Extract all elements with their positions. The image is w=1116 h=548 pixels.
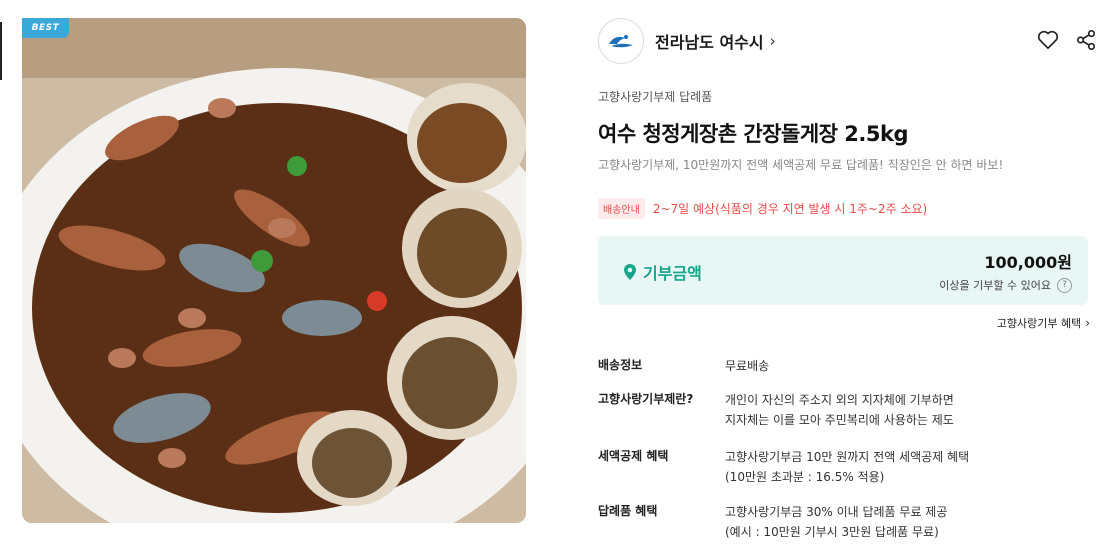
benefit-link-label: 고향사랑기부 혜택 xyxy=(996,317,1082,330)
shipping-estimate: 2~7일 예상(식품의 경우 지연 발생 시 1주~2주 소요) xyxy=(652,202,928,216)
info-label: 세액공제 혜택 xyxy=(598,449,669,463)
seller-name: 전라남도 여수시 xyxy=(655,33,764,52)
info-label: 배송정보 xyxy=(598,358,643,372)
donation-label-text: 기부금액 xyxy=(643,264,702,283)
info-value: 고향사랑기부금 30% 이내 답례품 무료 제공 (예시 : 10만원 기부시 … xyxy=(725,502,947,542)
product-detail-page: BEST 전라남도 여수시 › 고향사랑기부제 답례품 여수 청정게장촌 간장돌… xyxy=(0,0,1116,548)
seller-emblem-icon xyxy=(609,35,633,48)
benefit-link[interactable]: 고향사랑기부 혜택 › xyxy=(997,315,1090,331)
donation-note-text: 이상을 기부할 수 있어요 xyxy=(939,279,1051,292)
info-line: 고향사랑기부금 30% 이내 답례품 무료 제공 xyxy=(725,505,948,519)
product-title: 여수 청정게장촌 간장돌게장 2.5kg xyxy=(598,122,908,146)
info-line: 지자체는 이를 모아 주민복리에 사용하는 제도 xyxy=(725,413,954,427)
action-icons xyxy=(1036,28,1098,52)
product-info-panel: 전라남도 여수시 › 고향사랑기부제 답례품 여수 청정게장촌 간장돌게장 2.… xyxy=(598,0,1098,548)
shipping-badge: 배송안내 xyxy=(598,198,645,219)
info-value: 무료배송 xyxy=(725,356,769,376)
info-value: 고향사랑기부금 10만 원까지 전액 세액공제 혜택 (10만원 초과분 : 1… xyxy=(725,447,969,487)
help-icon[interactable]: ? xyxy=(1057,277,1072,293)
product-category: 고향사랑기부제 답례품 xyxy=(598,90,713,104)
share-icon[interactable] xyxy=(1074,28,1098,52)
best-badge: BEST xyxy=(22,18,69,38)
location-pin-icon xyxy=(624,264,636,280)
seller-link[interactable]: 전라남도 여수시 › xyxy=(598,18,1088,64)
crab-dish-illustration xyxy=(22,18,526,523)
seller-logo xyxy=(598,18,644,64)
info-line: (예시 : 10만원 기부시 3만원 답례품 무료) xyxy=(725,525,939,539)
heart-icon[interactable] xyxy=(1036,28,1060,52)
info-label: 고향사랑기부제란? xyxy=(598,392,694,406)
info-line: 개인이 자신의 주소지 외의 지자체에 기부하면 xyxy=(725,393,954,407)
info-label: 답례품 혜택 xyxy=(598,504,658,518)
chevron-right-icon: › xyxy=(1085,316,1090,330)
product-subtitle: 고향사랑기부제, 10만원까지 전액 세액공제 무료 답례품! 직장인은 안 하… xyxy=(598,158,1004,172)
info-line: (10만원 초과분 : 16.5% 적용) xyxy=(725,470,885,484)
product-image[interactable] xyxy=(22,18,526,523)
donation-label: 기부금액 xyxy=(623,260,702,284)
info-line: 무료배송 xyxy=(725,359,770,373)
left-edge-divider xyxy=(0,22,2,80)
shipping-row: 배송안내 2~7일 예상(식품의 경우 지연 발생 시 1주~2주 소요) xyxy=(598,198,927,219)
donation-panel: 기부금액 100,000원 이상을 기부할 수 있어요 ? xyxy=(598,236,1088,305)
donation-amount: 100,000원 xyxy=(984,253,1072,272)
chevron-right-icon: › xyxy=(769,32,776,50)
donation-note: 이상을 기부할 수 있어요 ? xyxy=(939,277,1072,293)
info-value: 개인이 자신의 주소지 외의 지자체에 기부하면 지자체는 이를 모아 주민복리… xyxy=(725,390,954,430)
info-line: 고향사랑기부금 10만 원까지 전액 세액공제 혜택 xyxy=(725,450,970,464)
